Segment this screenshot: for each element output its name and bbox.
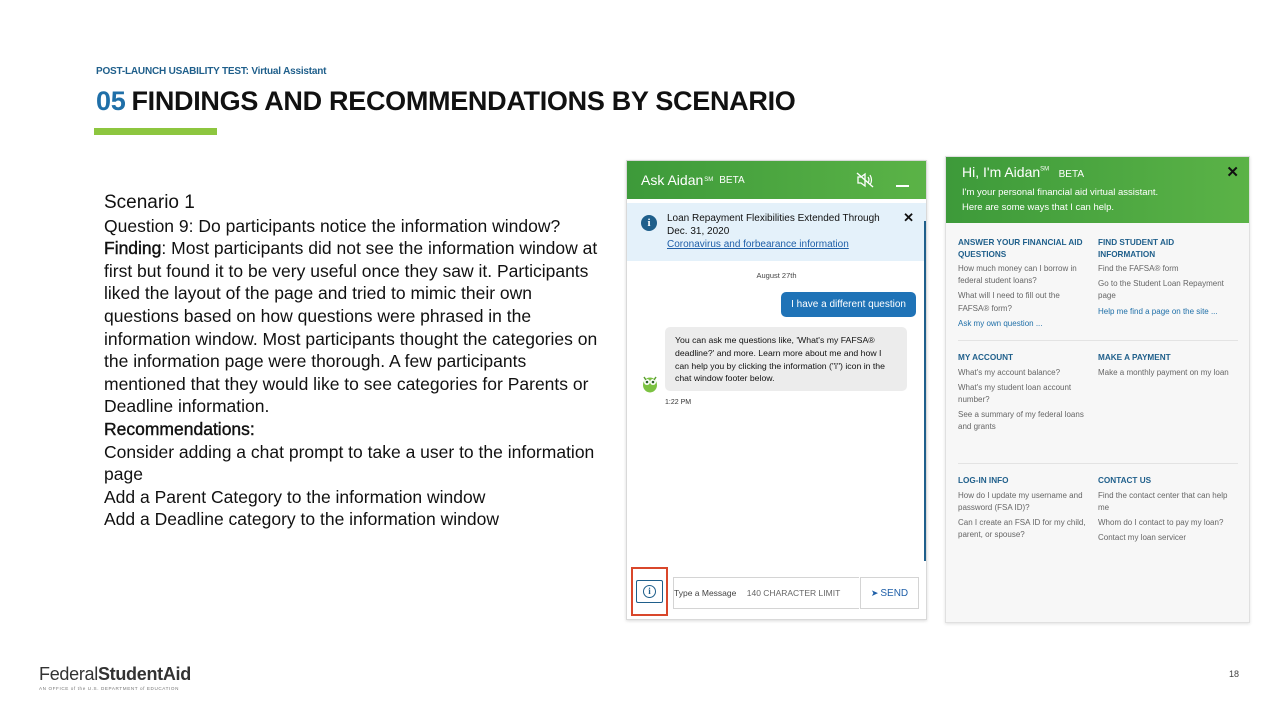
chat-title: Ask Aidan: [641, 172, 704, 188]
send-icon: ➤: [870, 588, 879, 598]
user-message-bubble: I have a different question: [781, 292, 916, 317]
subtitle-line: I'm your personal financial aid virtual …: [962, 187, 1159, 198]
title-accent-bar: [94, 128, 217, 135]
question-text: Question 9: Do participants notice the i…: [104, 215, 561, 236]
info-icon: i: [641, 215, 657, 231]
subtitle-line: Here are some ways that I can help.: [962, 202, 1115, 213]
logo-tagline: AN OFFICE of the U.S. DEPARTMENT of EDUC…: [39, 686, 179, 691]
category-question[interactable]: Whom do I contact to pay my loan?: [1098, 517, 1230, 529]
scrollbar[interactable]: [924, 221, 926, 561]
chat-date: August 27th: [756, 271, 797, 280]
aidan-info-window: Hi, I'm AidanSM BETA I'm your personal f…: [945, 156, 1250, 623]
slide-overline: POST-LAUNCH USABILITY TEST: Virtual Assi…: [96, 66, 327, 77]
category-column: MAKE A PAYMENT Make a monthly payment on…: [1098, 352, 1238, 455]
category-row: LOG-IN INFO How do I update my username …: [958, 475, 1238, 561]
close-notice-icon[interactable]: ✕: [903, 211, 914, 224]
greeting: Hi, I'm Aidan: [962, 164, 1041, 180]
category-column: ANSWER YOUR FINANCIAL AID QUESTIONS How …: [958, 237, 1098, 332]
info-window-header: Hi, I'm AidanSM BETA I'm your personal f…: [946, 157, 1249, 223]
category-question[interactable]: Make a monthly payment on my loan: [1098, 367, 1230, 379]
category-question[interactable]: Go to the Student Loan Repayment page: [1098, 278, 1230, 302]
section-number: 05: [96, 86, 126, 116]
category-question[interactable]: How do I update my username and password…: [958, 490, 1090, 514]
recommendations-label: Recommendations:: [104, 418, 255, 439]
notice-banner: i Loan Repayment Flexibilities Extended …: [627, 203, 926, 261]
category-column: LOG-IN INFO How do I update my username …: [958, 475, 1098, 553]
header-subtitle: I'm your personal financial aid virtual …: [962, 185, 1235, 215]
category-link[interactable]: Help me find a page on the site ...: [1098, 306, 1230, 318]
category-link[interactable]: Ask my own question ...: [958, 318, 1090, 330]
character-limit: 140 CHARACTER LIMIT: [746, 588, 841, 598]
logo-wordmark: FederalStudentAid: [39, 664, 191, 685]
finding-paragraph: Finding: Most participants did not see t…: [104, 237, 604, 418]
category-question[interactable]: How much money can I borrow in federal s…: [958, 263, 1090, 287]
recommendations-list: Consider adding a chat prompt to take a …: [104, 441, 604, 531]
recommendation-item: Add a Parent Category to the information…: [104, 486, 486, 507]
bot-message-bubble: You can ask me questions like, 'What's m…: [665, 327, 907, 392]
category-question[interactable]: Find the FAFSA® form: [1098, 263, 1230, 275]
ask-aidan-chat-window: Ask Aidan SM BETA i Loan Repayment Flexib…: [626, 160, 927, 620]
chat-footer: i Type a Message 140 CHARACTER LIMIT ➤ SE…: [627, 559, 926, 619]
notice-text: Loan Repayment Flexibilities Extended Th…: [667, 213, 880, 237]
info-circle-icon: i: [643, 585, 656, 598]
send-button[interactable]: ➤ SEND: [860, 577, 919, 609]
category-heading: ANSWER YOUR FINANCIAL AID QUESTIONS: [958, 238, 1083, 259]
federal-student-aid-logo: FederalStudentAid AN OFFICE of the U.S. …: [39, 664, 191, 691]
service-mark: SM: [1040, 166, 1050, 173]
category-question[interactable]: What will I need to fill out the FAFSA® …: [958, 290, 1090, 314]
scenario-heading: Scenario 1: [104, 192, 195, 213]
findings-text: Scenario 1 Question 9: Do participants n…: [104, 192, 604, 531]
category-column: MY ACCOUNT What's my account balance? Wh…: [958, 352, 1098, 455]
title-text: FINDINGS AND RECOMMENDATIONS BY SCENARIO: [131, 86, 796, 116]
information-button[interactable]: i: [636, 580, 663, 603]
owl-avatar-icon: [643, 376, 657, 393]
finding-text: : Most participants did not see the info…: [104, 238, 598, 417]
category-question[interactable]: What's my account balance?: [958, 367, 1090, 379]
recommendation-item: Add a Deadline category to the informati…: [104, 509, 499, 530]
chat-header: Ask Aidan SM BETA: [627, 161, 926, 199]
category-question[interactable]: See a summary of my federal loans and gr…: [958, 409, 1090, 433]
category-question[interactable]: What's my student loan account number?: [958, 382, 1090, 406]
logo-federal: Federal: [39, 664, 98, 684]
category-question[interactable]: Contact my loan servicer: [1098, 532, 1230, 544]
category-row: ANSWER YOUR FINANCIAL AID QUESTIONS How …: [958, 237, 1238, 341]
category-column: CONTACT US Find the contact center that …: [1098, 475, 1238, 553]
mute-speaker-icon[interactable]: [856, 172, 874, 188]
message-placeholder: Type a Message: [674, 588, 737, 598]
logo-student-aid: StudentAid: [97, 664, 191, 684]
category-heading: CONTACT US: [1098, 476, 1152, 485]
service-mark: SM: [704, 177, 714, 183]
slide-title: 05 FINDINGS AND RECOMMENDATIONS BY SCENAR…: [96, 86, 796, 117]
beta-label: BETA: [1058, 169, 1084, 180]
category-question[interactable]: Find the contact center that can help me: [1098, 490, 1230, 514]
help-categories: ANSWER YOUR FINANCIAL AID QUESTIONS How …: [958, 237, 1238, 572]
close-icon[interactable]: ✕: [1226, 163, 1239, 181]
recommendation-item: Consider adding a chat prompt to take a …: [104, 441, 595, 485]
category-question[interactable]: Can I create an FSA ID for my child, par…: [958, 517, 1090, 541]
category-heading: MAKE A PAYMENT: [1098, 353, 1171, 362]
information-button-highlight[interactable]: i: [631, 567, 668, 616]
category-heading: MY ACCOUNT: [958, 353, 1014, 362]
category-row: MY ACCOUNT What's my account balance? Wh…: [958, 352, 1238, 464]
category-column: FIND STUDENT AID INFORMATION Find the FA…: [1098, 237, 1238, 332]
message-time: 1:22 PM: [665, 399, 692, 406]
minimize-icon[interactable]: [896, 173, 910, 187]
category-heading: LOG-IN INFO: [958, 476, 1009, 485]
finding-label: Finding: [104, 238, 162, 259]
category-heading: FIND STUDENT AID INFORMATION: [1098, 238, 1175, 259]
send-label: SEND: [880, 588, 909, 599]
page-number: 18: [1229, 669, 1240, 679]
message-input[interactable]: Type a Message 140 CHARACTER LIMIT: [673, 577, 859, 609]
beta-label: BETA: [719, 174, 745, 186]
notice-link[interactable]: Coronavirus and forbearance information: [667, 238, 896, 251]
